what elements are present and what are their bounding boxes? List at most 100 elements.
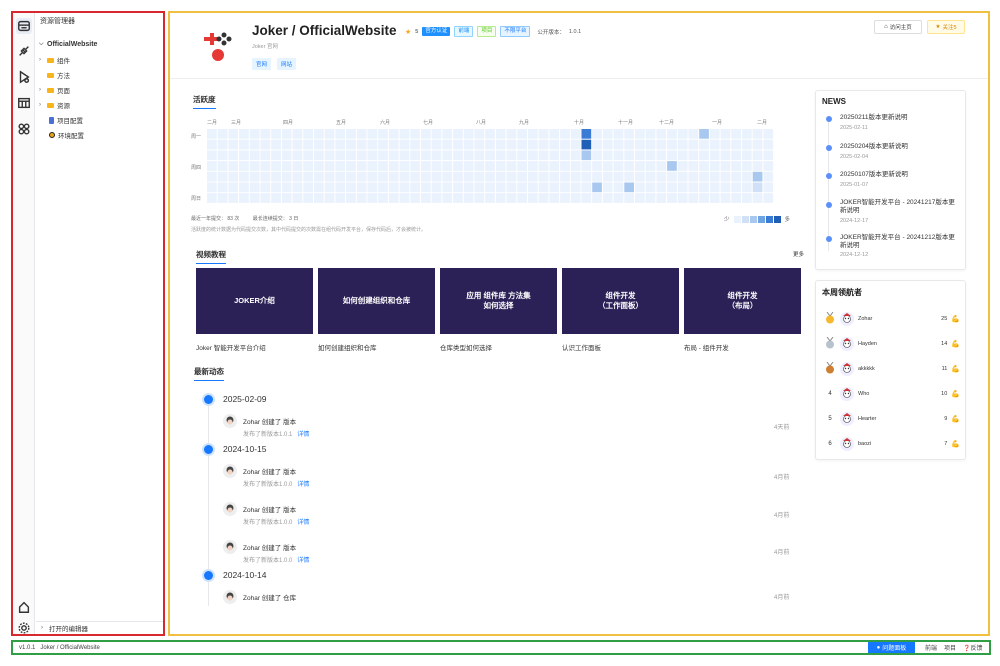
heatmap-cell xyxy=(570,129,581,139)
video-caption[interactable]: 仓库类型如何选择 xyxy=(440,342,492,352)
status-feedback[interactable]: ❓反馈 xyxy=(963,643,983,652)
heatmap-cell xyxy=(613,193,624,203)
chip-website[interactable]: 官网 xyxy=(252,58,272,70)
heatmap-cell xyxy=(281,193,292,203)
tree-item-label: 组件 xyxy=(57,58,70,65)
video-thumbnail[interactable]: 组件开发 （布局） xyxy=(684,268,801,334)
timeline-date: 2024-10-14 xyxy=(223,570,267,580)
heatmap-cell xyxy=(699,193,709,203)
heatmap-cell xyxy=(752,193,763,203)
heatmap-cell xyxy=(356,129,367,139)
heatmap-cell xyxy=(720,182,731,193)
tree-item-pages[interactable]: › 页面 xyxy=(39,84,70,96)
leaderboard-score: 9 xyxy=(944,416,948,422)
heatmap-cell xyxy=(506,171,517,182)
follow-button[interactable]: ★ 关注5 xyxy=(927,20,965,34)
leaderboard-row[interactable]: akkkkk 11 💪 xyxy=(824,361,960,377)
heatmap-cell xyxy=(506,150,517,161)
heatmap-cell xyxy=(239,161,249,171)
activity-stats: 最近一年提交： 83 次 最长连续提交： 3 日 xyxy=(191,215,298,222)
video-caption[interactable]: 如何创建组织和仓库 xyxy=(318,342,377,352)
settings-icon[interactable] xyxy=(16,620,32,636)
heatmap-cell xyxy=(667,150,677,161)
video-caption[interactable]: Joker 智能开发平台介绍 xyxy=(196,342,266,352)
visit-homepage-button[interactable]: ⌂ 访问主页 xyxy=(874,20,922,34)
tree-item-components[interactable]: › 组件 xyxy=(39,54,70,66)
heatmap-cell xyxy=(742,150,752,161)
timeline-item-text: Zohar 创建了 版本 xyxy=(243,507,297,514)
heatmap-cell xyxy=(602,193,613,203)
files-icon[interactable] xyxy=(16,18,32,34)
heatmap-cell xyxy=(314,150,324,161)
open-editors-section[interactable]: › 打开的编辑器 xyxy=(36,621,163,633)
leaderboard-row[interactable]: 6 baozi 7 💪 xyxy=(824,436,960,452)
heatmap-cell xyxy=(581,161,592,171)
news-dot xyxy=(826,116,832,122)
explorer-panel: 资源管理器 ⌵ OfficialWebsite › 组件 方法 › 页面 › 资… xyxy=(36,13,163,634)
project-root[interactable]: ⌵ OfficialWebsite xyxy=(39,38,97,50)
tree-item-env-config[interactable]: 环境配置 xyxy=(49,129,84,141)
run-debug-icon[interactable] xyxy=(16,69,32,85)
heatmap-cell xyxy=(217,150,228,161)
repo-chips: 官网 网站 xyxy=(252,58,297,70)
heatmap-cell xyxy=(239,171,249,182)
leaderboard-row[interactable]: 5 Hearter 9 💪 xyxy=(824,411,960,427)
video-thumbnail[interactable]: 如何创建组织和仓库 xyxy=(318,268,435,334)
leaderboard-row[interactable]: Hayden 14 💪 xyxy=(824,336,960,352)
status-path[interactable]: Joker / OfficialWebsite xyxy=(40,645,99,651)
news-item-title[interactable]: JOKER智能开发平台 - 20241212版本更新说明 xyxy=(840,234,958,250)
heatmap-cell xyxy=(410,129,420,139)
issue-panel-button[interactable]: ● 问题面板 xyxy=(868,642,915,653)
news-item-title[interactable]: JOKER智能开发平台 - 20241217版本更新说明 xyxy=(840,199,958,215)
heatmap-cell xyxy=(335,193,346,203)
heatmap-cell xyxy=(378,193,388,203)
status-project[interactable]: 项目 xyxy=(944,643,956,652)
components-icon[interactable] xyxy=(16,121,32,137)
chip-site[interactable]: 网站 xyxy=(277,58,297,70)
leaderboard-row[interactable]: 4 Who 10 💪 xyxy=(824,386,960,402)
heatmap-month-label: 二月 xyxy=(757,120,768,126)
detail-link[interactable]: 详情 xyxy=(297,558,309,564)
heatmap-cell xyxy=(207,139,217,150)
video-caption[interactable]: 布局 - 组件开发 xyxy=(684,342,729,352)
joker-logo xyxy=(204,32,232,61)
heatmap-cell xyxy=(399,193,410,203)
news-item-title[interactable]: 20250107版本更新说明 xyxy=(840,171,958,179)
plugin-icon[interactable] xyxy=(16,43,32,59)
heatmap-cell xyxy=(720,193,731,203)
leaderboard-score: 7 xyxy=(944,441,948,447)
status-frontend[interactable]: 前端 xyxy=(925,643,937,652)
detail-link[interactable]: 详情 xyxy=(297,520,309,526)
tree-item-assets[interactable]: › 资源 xyxy=(39,99,70,111)
video-thumbnail[interactable]: 应用 组件库 方法集 如何选择 xyxy=(440,268,557,334)
calendar-grid-icon[interactable] xyxy=(16,95,32,111)
heatmap-cell xyxy=(453,161,463,171)
tree-item-project-config[interactable]: 项目配置 xyxy=(49,114,83,126)
heatmap-cell xyxy=(506,182,517,193)
heatmap-cell xyxy=(613,182,624,193)
detail-link[interactable]: 详情 xyxy=(297,432,309,438)
heatmap-cell xyxy=(742,161,752,171)
tree-item-methods[interactable]: 方法 xyxy=(47,69,70,81)
heatmap-cell xyxy=(463,193,474,203)
heatmap-cell xyxy=(528,150,538,161)
heatmap-cell xyxy=(763,161,774,171)
video-thumbnail[interactable]: 组件开发 （工作面板） xyxy=(562,268,679,334)
heatmap-cell xyxy=(378,182,388,193)
video-thumbnail[interactable]: JOKER介绍 xyxy=(196,268,313,334)
streak-label: 最长连续提交： xyxy=(252,216,288,222)
heatmap-cell xyxy=(399,171,410,182)
heatmap-cell xyxy=(549,150,560,161)
leaderboard-row[interactable]: Zohar 25 💪 xyxy=(824,311,960,327)
heatmap-cell xyxy=(292,150,303,161)
video-thumb-text: 如何创建组织和仓库 xyxy=(342,296,411,305)
videos-section-title: 视频教程 xyxy=(196,249,226,264)
heatmap-cell xyxy=(592,150,602,161)
heatmap-cell xyxy=(463,139,474,150)
news-item-title[interactable]: 20250211版本更新说明 xyxy=(840,114,958,122)
detail-link[interactable]: 详情 xyxy=(297,482,309,488)
videos-more-link[interactable]: 更多 xyxy=(793,250,804,258)
video-caption[interactable]: 认识工作面板 xyxy=(562,342,601,352)
home-icon[interactable] xyxy=(16,599,32,615)
news-item-title[interactable]: 20250204版本更新说明 xyxy=(840,143,958,151)
